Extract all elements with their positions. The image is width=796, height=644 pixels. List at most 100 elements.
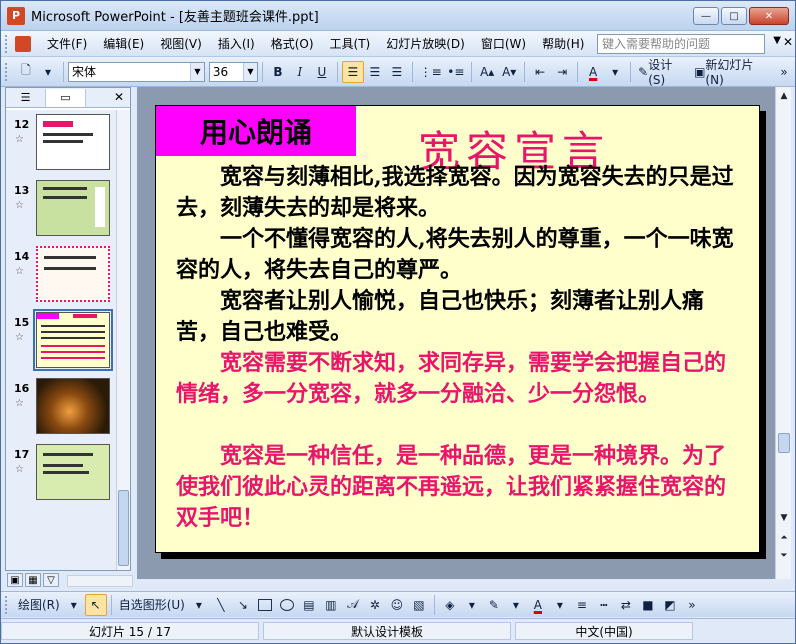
slide-thumbnail[interactable]: 14 ☆ <box>12 246 116 304</box>
slide-paragraph[interactable]: 宽容需要不断求知，求同存异，需要学会把握自己的情绪，多一分宽容，就多一分融洽、少… <box>176 348 744 410</box>
shadow-style-icon[interactable]: ■ <box>637 594 659 616</box>
font-name-dropdown-icon[interactable]: ▼ <box>189 62 204 81</box>
normal-view-icon[interactable]: ▣ <box>7 573 23 587</box>
oval-icon[interactable] <box>276 594 298 616</box>
design-button[interactable]: ✎ 设计(S) <box>635 58 691 87</box>
menu-format[interactable]: 格式(O) <box>263 34 322 54</box>
slide-thumbnail[interactable]: 17 ☆ <box>12 444 116 502</box>
autoshapes-button[interactable]: 自选图形(U) <box>116 594 188 616</box>
draw-menu-dropdown-icon[interactable]: ▾ <box>63 594 85 616</box>
toolbar-grip[interactable] <box>5 62 9 81</box>
drawing-grip[interactable] <box>5 595 9 614</box>
scroll-down-icon[interactable]: ▼ <box>777 511 791 525</box>
outline-tab-icon[interactable]: ☰ <box>6 88 46 107</box>
pane-close-icon[interactable]: ✕ <box>114 90 124 104</box>
toolbar-overflow-icon[interactable]: » <box>773 61 795 83</box>
autoshapes-dropdown-icon[interactable]: ▾ <box>188 594 210 616</box>
slide-thumbnail-selected[interactable]: 15 ☆ <box>12 309 116 371</box>
transition-star-icon: ☆ <box>15 398 24 409</box>
document-close-icon[interactable]: ✕ <box>783 35 793 49</box>
menu-insert[interactable]: 插入(I) <box>210 34 263 54</box>
font-name-select[interactable]: 宋体 ▼ <box>67 61 205 82</box>
slides-tab-icon[interactable]: ▭ <box>46 88 86 107</box>
slide-paragraph[interactable]: 宽容与刻薄相比,我选择宽容。因为宽容失去的只是过去，刻薄失去的却是将来。 <box>176 162 744 224</box>
picture-icon[interactable]: ▧ <box>408 594 430 616</box>
help-search-input[interactable]: 键入需要帮助的问题 <box>597 34 765 54</box>
vertical-textbox-icon[interactable]: ▥ <box>320 594 342 616</box>
rectangle-icon[interactable] <box>254 594 276 616</box>
wordart-icon[interactable]: 𝒜 <box>342 594 364 616</box>
textbox-icon[interactable]: ▤ <box>298 594 320 616</box>
fill-color-icon[interactable]: ◈ <box>439 594 461 616</box>
previous-slide-icon[interactable]: ⏶ <box>777 531 791 545</box>
slide-label-box[interactable]: 用心朗诵 <box>156 106 356 156</box>
slide-thumbnail[interactable]: 13 ☆ <box>12 180 116 238</box>
line-color-icon[interactable]: ✎ <box>483 594 505 616</box>
minimize-button[interactable]: — <box>693 7 719 25</box>
close-button[interactable]: ✕ <box>749 7 789 25</box>
slide-thumbnail[interactable]: 16 ☆ <box>12 378 116 436</box>
menu-help[interactable]: 帮助(H) <box>534 34 592 54</box>
decrease-font-icon[interactable]: A▾ <box>498 61 520 83</box>
3d-style-icon[interactable]: ◩ <box>659 594 681 616</box>
next-slide-icon[interactable]: ⏷ <box>777 549 791 563</box>
clipart-icon[interactable]: ☺ <box>386 594 408 616</box>
draw-font-color-dropdown-icon[interactable]: ▾ <box>549 594 571 616</box>
bullet-list-icon[interactable]: •≡ <box>444 61 467 83</box>
slide-sorter-icon[interactable]: ▦ <box>25 573 41 587</box>
font-color-dropdown-icon[interactable]: ▾ <box>604 61 626 83</box>
align-right-icon[interactable]: ☰ <box>386 61 408 83</box>
slide-canvas[interactable]: 用心朗诵 宽容宣言 宽容与刻薄相比,我选择宽容。因为宽容失去的只是过去，刻薄失去… <box>155 105 760 553</box>
font-size-select[interactable]: 36 ▼ <box>208 61 258 82</box>
thumbnail-scrollbar[interactable] <box>116 110 130 570</box>
menu-view[interactable]: 视图(V) <box>152 34 210 54</box>
toolbar-options-icon[interactable]: ▾ <box>37 61 59 83</box>
align-center-icon[interactable]: ☰ <box>364 61 386 83</box>
select-pointer-icon[interactable]: ↖ <box>84 593 107 616</box>
increase-indent-icon[interactable]: ⇥ <box>551 61 573 83</box>
slide-paragraph[interactable]: 宽容者让别人愉悦，自己也快乐；刻薄者让别人痛苦，自己也难受。 <box>176 286 744 348</box>
help-dropdown-icon[interactable]: ▼ <box>773 35 781 46</box>
slide-thumbnail[interactable]: 12 ☆ <box>12 114 116 172</box>
line-icon[interactable]: ╲ <box>210 594 232 616</box>
diagram-icon[interactable]: ✲ <box>364 594 386 616</box>
bold-button[interactable]: B <box>267 61 289 83</box>
menu-slideshow[interactable]: 幻灯片放映(D) <box>378 34 473 54</box>
line-color-dropdown-icon[interactable]: ▾ <box>505 594 527 616</box>
thumbnail-list: 12 ☆ 13 ☆ 14 ☆ 15 ☆ 16 ☆ 17 ☆ <box>6 110 118 570</box>
drawing-overflow-icon[interactable]: » <box>681 594 703 616</box>
italic-button[interactable]: I <box>289 61 311 83</box>
menu-edit[interactable]: 编辑(E) <box>95 34 152 54</box>
editor-scrollbar-thumb[interactable] <box>778 433 790 453</box>
menu-window[interactable]: 窗口(W) <box>473 34 534 54</box>
draw-font-color-icon[interactable]: A <box>527 594 549 616</box>
slide-paragraph[interactable]: 一个不懂得宽容的人,将失去别人的尊重，一个一味宽容的人，将失去自己的尊严。 <box>176 224 744 286</box>
numbered-list-icon[interactable]: ⋮≡ <box>417 61 445 83</box>
maximize-button[interactable]: □ <box>721 7 747 25</box>
increase-font-icon[interactable]: A▴ <box>476 61 498 83</box>
align-left-icon[interactable]: ☰ <box>341 60 364 83</box>
arrow-style-icon[interactable]: ⇄ <box>615 594 637 616</box>
thumbnail-scrollbar-thumb[interactable] <box>118 490 129 566</box>
menu-file[interactable]: 文件(F) <box>39 34 95 54</box>
new-document-icon[interactable]: 🗋 <box>15 61 37 83</box>
slideshow-view-icon[interactable]: ▽ <box>43 573 59 587</box>
font-size-dropdown-icon[interactable]: ▼ <box>242 62 257 81</box>
dash-style-icon[interactable]: ┅ <box>593 594 615 616</box>
fill-color-dropdown-icon[interactable]: ▾ <box>461 594 483 616</box>
menu-grip[interactable] <box>5 34 9 53</box>
menu-tools[interactable]: 工具(T) <box>322 34 379 54</box>
decrease-indent-icon[interactable]: ⇤ <box>529 61 551 83</box>
underline-button[interactable]: U <box>311 61 333 83</box>
editor-scrollbar[interactable]: ▲ ▼ ⏶ ⏷ <box>775 87 791 579</box>
line-style-icon[interactable]: ≡ <box>571 594 593 616</box>
font-color-button[interactable]: A <box>582 61 604 83</box>
slide-paragraph[interactable]: 宽容是一种信任，是一种品德，更是一种境界。为了使我们彼此心灵的距离不再遥远，让我… <box>176 441 744 534</box>
powerpoint-app-icon[interactable]: P <box>7 6 25 25</box>
draw-menu-button[interactable]: 绘图(R) <box>15 594 63 616</box>
document-icon[interactable] <box>15 35 31 52</box>
new-slide-button[interactable]: ▣ 新幻灯片(N) <box>691 58 773 87</box>
scroll-up-icon[interactable]: ▲ <box>777 89 791 103</box>
pane-horizontal-scrollbar[interactable] <box>67 575 133 587</box>
arrow-icon[interactable]: ↘ <box>232 594 254 616</box>
